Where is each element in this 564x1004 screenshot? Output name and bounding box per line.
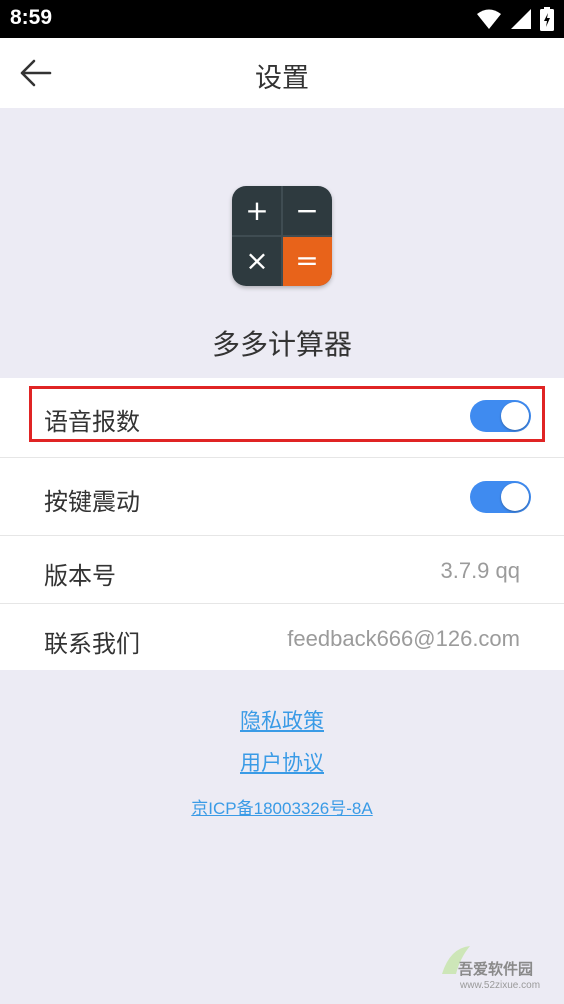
contact-label: 联系我们 [44,630,140,658]
app-name: 多多计算器 [211,328,352,361]
icp-license-link[interactable]: 京ICP备18003326号-8A [0,794,564,819]
watermark-title: 吾爱软件园 [458,960,534,978]
calculator-app-icon: + − × = [232,186,332,286]
status-time: 8:59 [10,6,53,29]
voice-broadcast-label: 语音报数 [44,408,140,436]
user-agreement-link[interactable]: 用户协议 [0,747,564,777]
wifi-icon [477,9,501,29]
equals-symbol: = [295,244,318,277]
watermark-url: www.52zixue.com [460,980,541,991]
signal-icon [511,9,531,29]
contact-email: feedback666@126.com [287,626,520,651]
contact-row[interactable]: 联系我们 feedback666@126.com [0,604,564,670]
key-vibration-row[interactable]: 按键震动 [0,458,564,536]
times-symbol: × [245,244,268,277]
key-vibration-toggle[interactable] [470,481,531,513]
status-bar: 8:59 [0,0,564,38]
minus-symbol: − [295,194,318,227]
status-icons [476,7,554,31]
toggle-knob [501,402,529,430]
voice-broadcast-row[interactable]: 语音报数 [0,378,564,458]
voice-broadcast-toggle[interactable] [470,400,531,432]
version-row: 版本号 3.7.9 qq [0,536,564,604]
watermark: 吾爱软件园 www.52zixue.com [438,944,558,1000]
version-value: 3.7.9 qq [440,558,520,583]
version-label: 版本号 [44,562,116,590]
app-bar: 设置 [0,38,564,108]
key-vibration-label: 按键震动 [44,488,140,516]
privacy-policy-link[interactable]: 隐私政策 [0,705,564,735]
battery-icon [540,7,554,31]
plus-symbol: + [245,194,268,227]
toggle-knob [501,483,529,511]
settings-list: 语音报数 按键震动 版本号 3.7.9 qq 联系我们 feedback666@… [0,378,564,670]
page-title: 设置 [255,63,309,94]
